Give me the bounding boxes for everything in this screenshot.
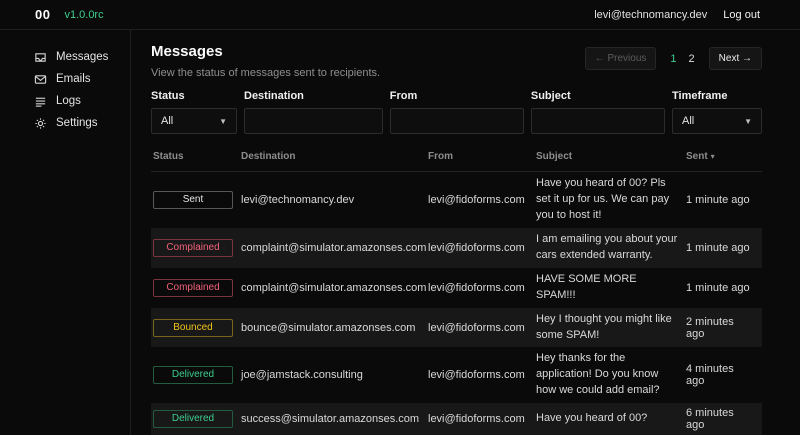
- from-cell: levi@fidoforms.com: [428, 190, 536, 210]
- sent-cell: 1 minute ago: [686, 278, 762, 298]
- pagination: ← Previous 1 2 Next →: [585, 47, 762, 70]
- sent-cell: 2 minutes ago: [686, 312, 762, 344]
- app-logo: 00: [35, 7, 50, 22]
- status-badge: Complained: [153, 239, 233, 257]
- main-content: Messages View the status of messages sen…: [131, 30, 800, 435]
- sidebar-item-label: Settings: [56, 117, 98, 129]
- destination-cell: success@simulator.amazonses.com: [241, 409, 428, 429]
- table-header: Status Destination From Subject Sent▾: [151, 147, 762, 172]
- destination-cell: complaint@simulator.amazonses.com: [241, 238, 428, 258]
- destination-filter-input[interactable]: [244, 108, 383, 134]
- timeframe-filter-select[interactable]: All ▼: [672, 108, 762, 134]
- sidebar-item-messages[interactable]: Messages: [0, 46, 130, 68]
- destination-cell: complaint@simulator.amazonses.com: [241, 278, 428, 298]
- sent-cell: 1 minute ago: [686, 238, 762, 258]
- gear-icon: [34, 117, 47, 130]
- table-row[interactable]: Bounced bounce@simulator.amazonses.com l…: [151, 308, 762, 348]
- status-badge: Complained: [153, 279, 233, 297]
- from-cell: levi@fidoforms.com: [428, 409, 536, 429]
- sent-cell: 6 minutes ago: [686, 403, 762, 435]
- status-filter-value: All: [161, 115, 173, 127]
- table-row[interactable]: Delivered joe@jamstack.consulting levi@f…: [151, 347, 762, 403]
- messages-table: Status Destination From Subject Sent▾ Se…: [151, 147, 762, 435]
- sidebar-item-label: Logs: [56, 95, 81, 107]
- sidebar-item-settings[interactable]: Settings: [0, 112, 130, 134]
- user-email: levi@technomancy.dev: [594, 9, 707, 21]
- timeframe-filter-label: Timeframe: [672, 90, 762, 102]
- subject-cell: Hey I thought you might like some SPAM!: [536, 308, 686, 348]
- subject-cell: Hey thanks for the application! Do you k…: [536, 347, 686, 403]
- sidebar: Messages Emails Logs Settings: [0, 30, 131, 435]
- chevron-down-icon: ▼: [744, 117, 752, 126]
- header-status: Status: [151, 151, 241, 162]
- from-cell: levi@fidoforms.com: [428, 365, 536, 385]
- sent-cell: 1 minute ago: [686, 190, 762, 210]
- sent-cell: 4 minutes ago: [686, 359, 762, 391]
- table-row[interactable]: Delivered success@simulator.amazonses.co…: [151, 403, 762, 435]
- status-filter-select[interactable]: All ▼: [151, 108, 237, 134]
- previous-page-button[interactable]: ← Previous: [585, 47, 657, 70]
- sidebar-item-label: Emails: [56, 73, 91, 85]
- sidebar-item-label: Messages: [56, 51, 108, 63]
- page-number-1[interactable]: 1: [670, 53, 676, 65]
- next-page-button[interactable]: Next →: [709, 47, 762, 70]
- topbar-right: levi@technomancy.dev Log out: [594, 9, 760, 21]
- sidebar-item-logs[interactable]: Logs: [0, 90, 130, 112]
- header-sent[interactable]: Sent▾: [686, 151, 762, 162]
- subject-filter-input[interactable]: [531, 108, 665, 134]
- status-badge: Delivered: [153, 410, 233, 428]
- subject-cell: HAVE SOME MORE SPAM!!!: [536, 268, 686, 308]
- subject-cell: Have you heard of 00? Pls set it up for …: [536, 172, 686, 228]
- messages-table-body: Sent levi@technomancy.dev levi@fidoforms…: [151, 172, 762, 435]
- sidebar-item-emails[interactable]: Emails: [0, 68, 130, 90]
- inbox-icon: [34, 51, 47, 64]
- table-row[interactable]: Complained complaint@simulator.amazonses…: [151, 228, 762, 268]
- page-title: Messages: [151, 43, 380, 60]
- subject-cell: Have you heard of 00?: [536, 407, 686, 431]
- status-badge: Delivered: [153, 366, 233, 384]
- status-filter-label: Status: [151, 90, 237, 102]
- logout-button[interactable]: Log out: [723, 9, 760, 21]
- chevron-down-icon: ▼: [219, 117, 227, 126]
- destination-cell: bounce@simulator.amazonses.com: [241, 318, 428, 338]
- from-filter-input[interactable]: [390, 108, 524, 134]
- header-subject: Subject: [536, 151, 686, 162]
- top-bar: 00 v1.0.0rc levi@technomancy.dev Log out: [0, 0, 800, 30]
- timeframe-filter-value: All: [682, 115, 694, 127]
- destination-cell: levi@technomancy.dev: [241, 190, 428, 210]
- sort-descending-icon: ▾: [711, 152, 715, 161]
- table-row[interactable]: Sent levi@technomancy.dev levi@fidoforms…: [151, 172, 762, 228]
- envelope-icon: [34, 73, 47, 86]
- subject-filter-label: Subject: [531, 90, 665, 102]
- filter-bar: Status All ▼ Destination From Subject Ti…: [151, 90, 762, 134]
- from-cell: levi@fidoforms.com: [428, 238, 536, 258]
- status-badge: Bounced: [153, 319, 233, 337]
- from-filter-label: From: [390, 90, 524, 102]
- from-cell: levi@fidoforms.com: [428, 278, 536, 298]
- subject-cell: I am emailing you about your cars extend…: [536, 228, 686, 268]
- logs-icon: [34, 95, 47, 108]
- destination-cell: joe@jamstack.consulting: [241, 365, 428, 385]
- from-cell: levi@fidoforms.com: [428, 318, 536, 338]
- version-label: v1.0.0rc: [64, 9, 103, 21]
- header-destination: Destination: [241, 151, 428, 162]
- status-badge: Sent: [153, 191, 233, 209]
- page-number-2[interactable]: 2: [689, 53, 695, 65]
- destination-filter-label: Destination: [244, 90, 383, 102]
- header-from: From: [428, 151, 536, 162]
- table-row[interactable]: Complained complaint@simulator.amazonses…: [151, 268, 762, 308]
- page-subtitle: View the status of messages sent to reci…: [151, 67, 380, 79]
